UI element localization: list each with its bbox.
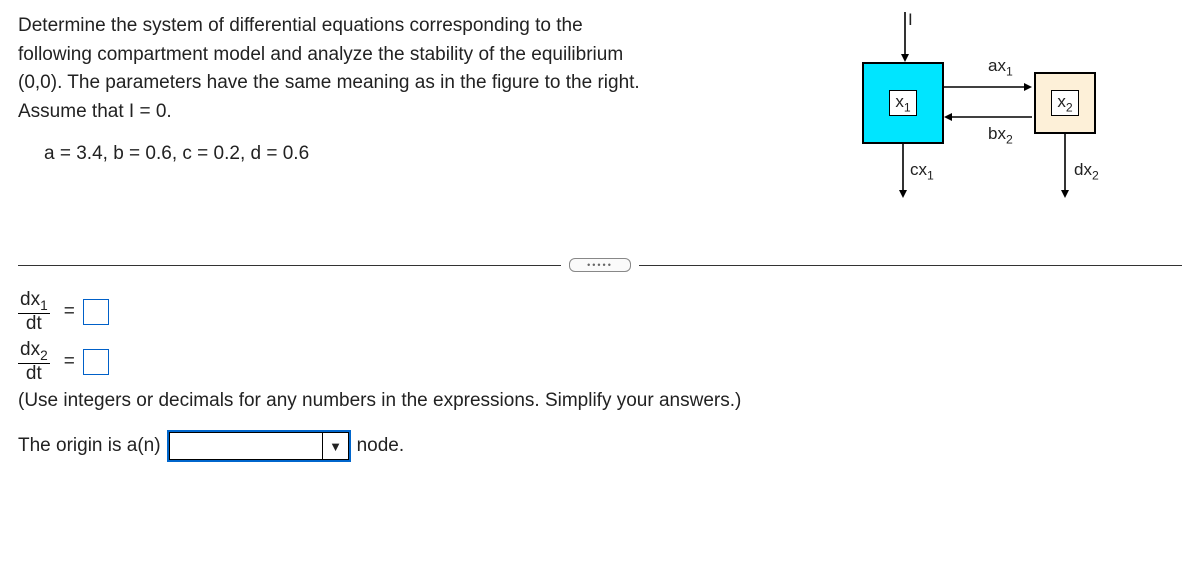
assume-line: Assume that I = 0. <box>18 98 798 127</box>
equals-sign-1: = <box>64 301 75 323</box>
compartment-x1: x1 <box>862 62 944 144</box>
section-divider: ••••• <box>18 258 1182 272</box>
chevron-down-icon: ▼ <box>322 432 349 460</box>
label-dx2: dx2 <box>1074 160 1099 182</box>
compartment-x1-label: x1 <box>889 90 916 116</box>
answer-hint: (Use integers or decimals for any number… <box>18 390 1182 412</box>
arrow-bx2 <box>944 112 1034 122</box>
compartment-x2-label: x2 <box>1051 90 1078 116</box>
arrow-dx2 <box>1060 134 1070 200</box>
compartment-diagram: I x1 x2 ax1 bx2 cx1 dx2 <box>828 12 1148 232</box>
fraction-dx1-dt: dx1 dt <box>18 290 50 334</box>
equals-sign-2: = <box>64 351 75 373</box>
problem-line-1: Determine the system of differential equ… <box>18 12 798 41</box>
arrow-ax1 <box>944 82 1034 92</box>
problem-statement: Determine the system of differential equ… <box>18 12 798 169</box>
arrow-cx1 <box>898 144 908 200</box>
divider-line-left <box>18 265 561 266</box>
label-ax1: ax1 <box>988 56 1013 78</box>
dx1-answer-input[interactable] <box>83 299 109 325</box>
origin-prefix: The origin is a(n) <box>18 435 161 457</box>
label-bx2: bx2 <box>988 124 1013 146</box>
equation-dx2: dx2 dt = <box>18 340 1182 384</box>
problem-line-3: (0,0). The parameters have the same mean… <box>18 69 798 98</box>
problem-line-2: following compartment model and analyze … <box>18 41 798 70</box>
expander-button[interactable]: ••••• <box>569 258 631 272</box>
origin-suffix: node. <box>357 435 405 457</box>
origin-type-dropdown[interactable]: ▼ <box>167 430 351 462</box>
parameter-values: a = 3.4, b = 0.6, c = 0.2, d = 0.6 <box>44 140 798 169</box>
arrow-I-in <box>900 12 910 64</box>
divider-line-right <box>639 265 1182 266</box>
equation-dx1: dx1 dt = <box>18 290 1182 334</box>
dx2-answer-input[interactable] <box>83 349 109 375</box>
label-cx1: cx1 <box>910 160 934 182</box>
fraction-dx2-dt: dx2 dt <box>18 340 50 384</box>
compartment-x2: x2 <box>1034 72 1096 134</box>
